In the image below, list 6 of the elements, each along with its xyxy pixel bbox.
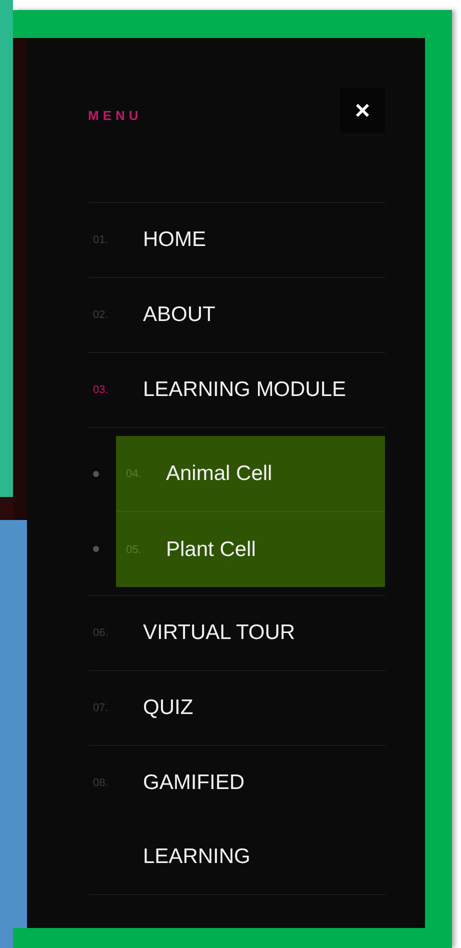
close-button[interactable]: × [340,88,385,132]
menu-item[interactable]: 03. LEARNING MODULE [88,353,385,428]
menu-title: MENU [88,108,142,122]
bullet-icon [93,546,99,552]
bullet-icon [93,470,99,476]
item-number: 03. [92,383,110,398]
